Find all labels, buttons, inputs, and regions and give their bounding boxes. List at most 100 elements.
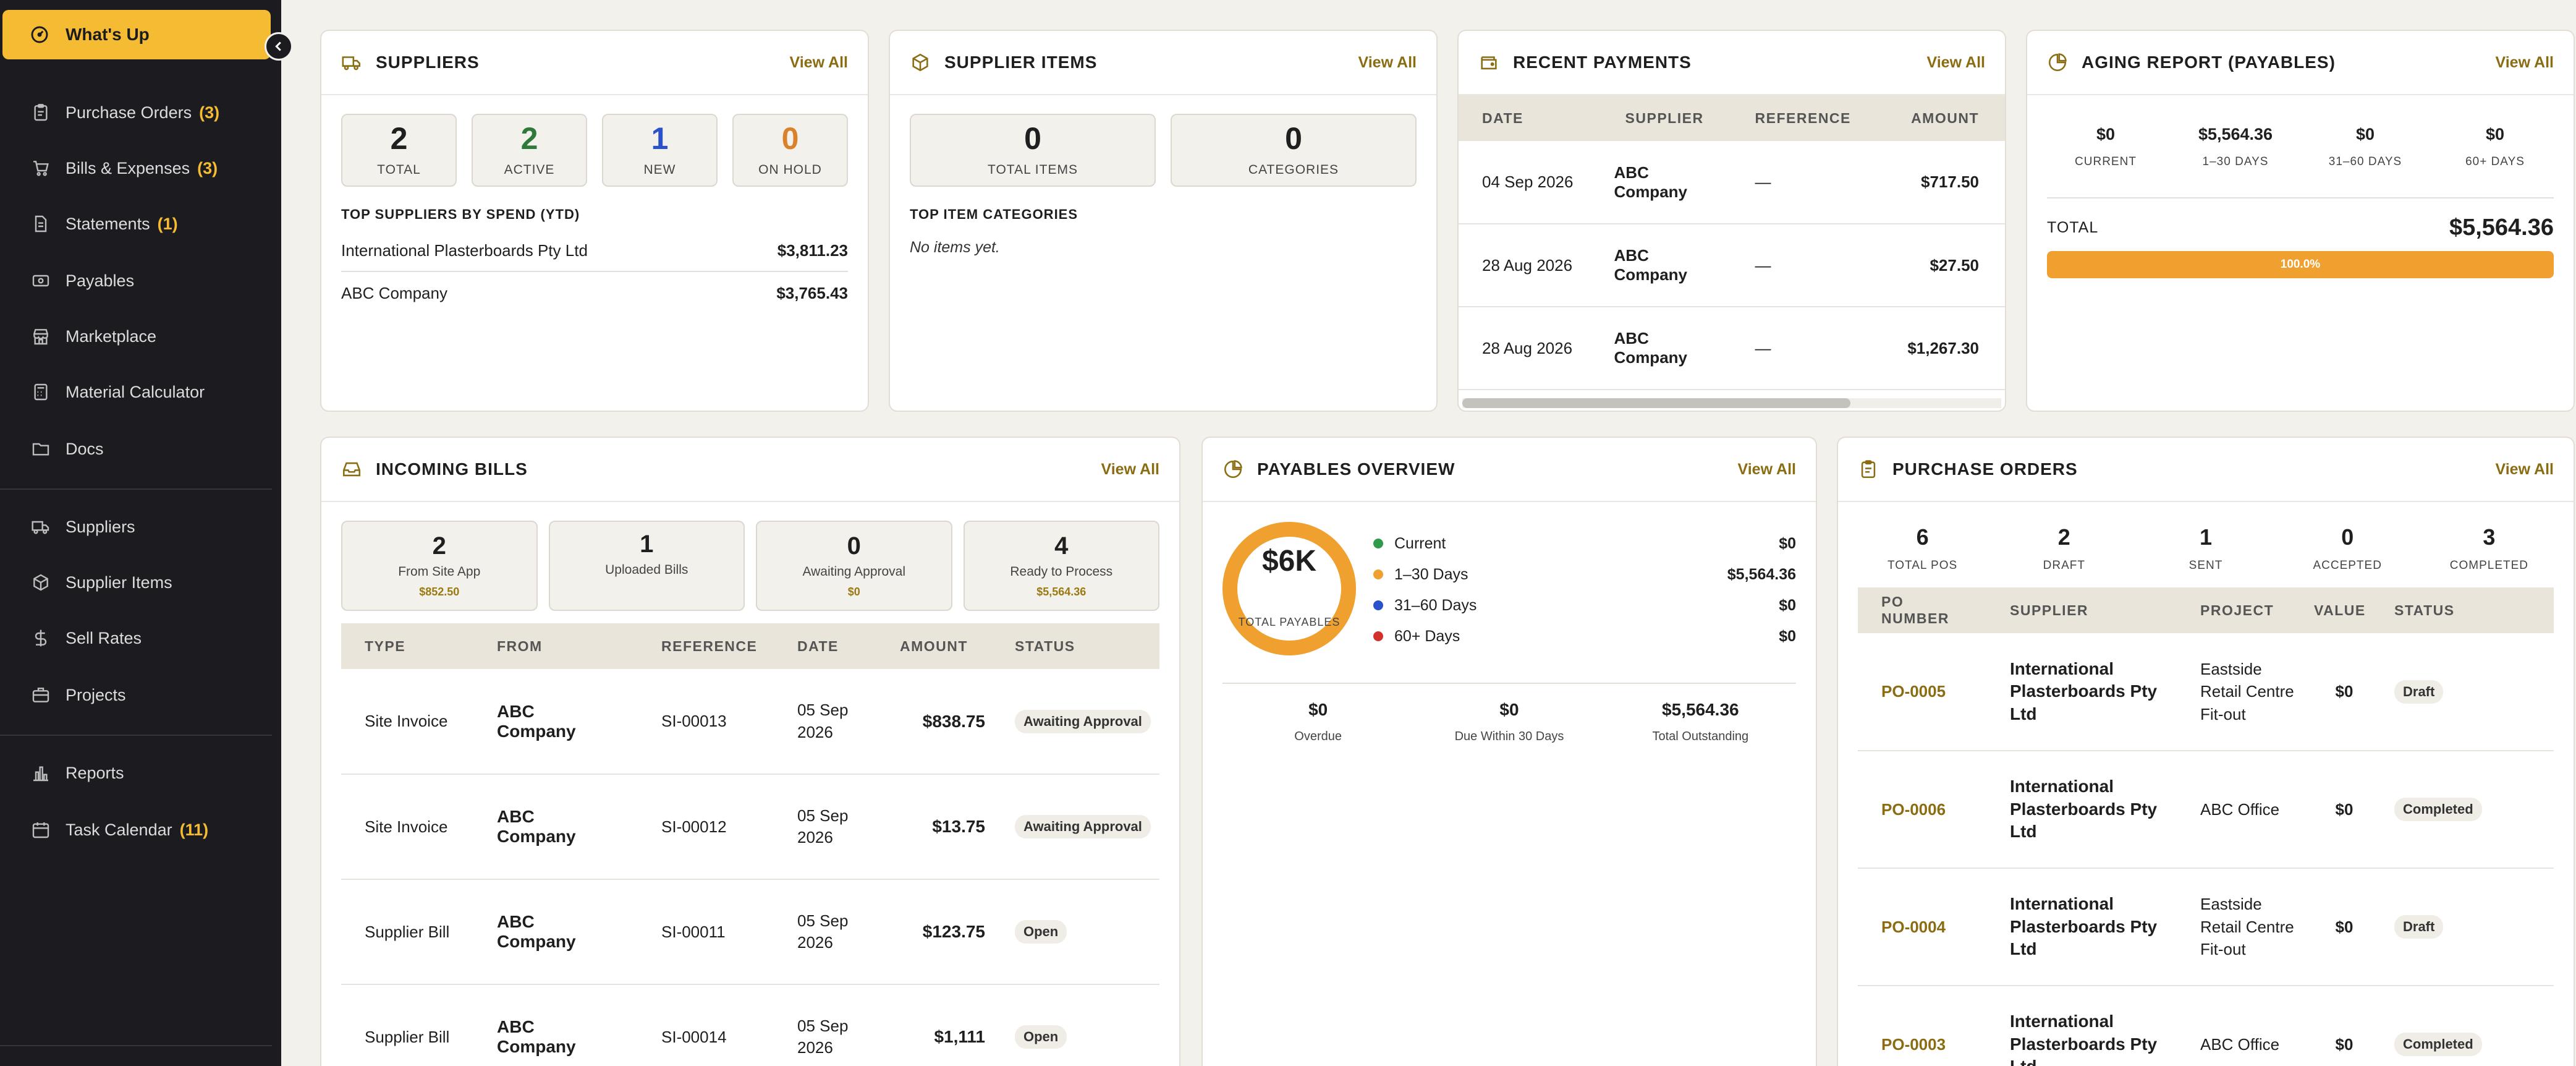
payment-date: 28 Aug 2026 xyxy=(1459,224,1602,307)
po-project: Eastside Retail Centre Fit-out xyxy=(2190,868,2304,986)
table-row[interactable]: PO-0003 International Plasterboards Pty … xyxy=(1858,986,2554,1066)
stat-value: 3 xyxy=(2483,524,2496,550)
column-header[interactable]: TYPE xyxy=(341,623,473,669)
table-row[interactable]: 28 Aug 2026 ABC Company — $1,267.30 xyxy=(1459,307,2005,390)
column-header[interactable]: STATUS xyxy=(2384,587,2554,633)
view-all-link[interactable]: View All xyxy=(2496,54,2554,72)
column-header[interactable]: FROM xyxy=(473,623,638,669)
view-all-link[interactable]: View All xyxy=(1101,461,1159,479)
column-header[interactable]: REFERENCE xyxy=(638,623,781,669)
sidebar-item-suppliers[interactable]: Suppliers xyxy=(0,508,272,545)
stat-ready-to-process[interactable]: 4 Ready to Process $5,564.36 xyxy=(963,521,1159,611)
stat-amount: $5,564.36 xyxy=(1036,585,1087,598)
column-header[interactable]: REFERENCE xyxy=(1731,95,1880,141)
payables-legend: Current $0 1–30 Days $5,564.36 31–60 Days $… xyxy=(1373,528,1796,652)
supplier-spend: $3,811.23 xyxy=(777,241,848,260)
po-number-link[interactable]: PO-0003 xyxy=(1858,986,2000,1066)
empty-state-text: No items yet. xyxy=(910,239,1000,256)
sidebar-item-marketplace[interactable]: Marketplace xyxy=(0,318,272,355)
po-number-link[interactable]: PO-0006 xyxy=(1858,751,2000,869)
view-all-link[interactable]: View All xyxy=(1927,54,1985,72)
column-header[interactable]: PO NUMBER xyxy=(1858,587,2000,633)
sidebar-item-purchase-orders[interactable]: Purchase Orders (3) xyxy=(0,94,272,131)
recent-payments-card: RECENT PAYMENTS View All DATE SUPPLIER R… xyxy=(1457,30,2006,412)
column-header[interactable]: PROJECT xyxy=(2190,587,2304,633)
table-row[interactable]: Supplier Bill ABC Company SI-00011 05 Se… xyxy=(341,879,1159,985)
po-stat: 2 DRAFT xyxy=(1993,524,2135,573)
table-row[interactable]: Site Invoice ABC Company SI-00013 05 Sep… xyxy=(341,669,1159,775)
sidebar-item-payables[interactable]: Payables xyxy=(0,262,272,299)
card-title: SUPPLIER ITEMS xyxy=(944,53,1098,72)
table-row[interactable]: PO-0005 International Plasterboards Pty … xyxy=(1858,633,2554,751)
table-row[interactable]: Site Invoice ABC Company SI-00012 05 Sep… xyxy=(341,774,1159,880)
purchase-orders-card: PURCHASE ORDERS View All 6 TOTAL POS 2 DRA… xyxy=(1837,437,2575,1066)
status-badge: Completed xyxy=(2394,798,2482,821)
stat-total-items: 0 TOTAL ITEMS xyxy=(910,114,1156,187)
column-header[interactable]: VALUE xyxy=(2304,587,2384,633)
collapse-sidebar-button[interactable] xyxy=(265,32,293,61)
bill-amount: $13.75 xyxy=(884,774,1001,880)
bill-amount: $1,111 xyxy=(884,984,1001,1066)
sidebar-item-material-calculator[interactable]: Material Calculator xyxy=(0,373,272,411)
table-row[interactable]: 28 Aug 2026 ABC Company — $27.50 xyxy=(1459,224,2005,307)
view-all-link[interactable]: View All xyxy=(1358,54,1417,72)
stat-awaiting-approval[interactable]: 0 Awaiting Approval $0 xyxy=(756,521,952,611)
list-item[interactable]: International Plasterboards Pty Ltd $3,81… xyxy=(341,230,848,272)
po-number-link[interactable]: PO-0005 xyxy=(1858,633,2000,751)
legend-item: 31–60 Days $0 xyxy=(1373,590,1796,621)
stat-uploaded[interactable]: 1 Uploaded Bills xyxy=(548,521,745,611)
list-item[interactable]: ABC Company $3,765.43 xyxy=(341,272,848,314)
view-all-link[interactable]: View All xyxy=(1738,461,1796,479)
legend-value: $0 xyxy=(1779,627,1796,645)
payment-reference: — xyxy=(1731,307,1880,390)
bill-from: ABC Company xyxy=(473,669,638,775)
bill-from: ABC Company xyxy=(473,774,638,880)
bucket-label: 60+ DAYS xyxy=(2465,155,2525,168)
sidebar-item-docs[interactable]: Docs xyxy=(0,430,272,467)
aging-report-card: AGING REPORT (PAYABLES) View All $0 CURRE… xyxy=(2026,30,2575,412)
aging-total: TOTAL $5,564.36 xyxy=(2047,197,2554,241)
column-header[interactable]: AMOUNT xyxy=(884,623,1001,669)
sidebar-item-bills-expenses[interactable]: Bills & Expenses (3) xyxy=(0,150,272,187)
table-row[interactable]: Supplier Bill ABC Company SI-00014 05 Se… xyxy=(341,984,1159,1066)
stat-site-app[interactable]: 2 From Site App $852.50 xyxy=(341,521,538,611)
po-project: ABC Office xyxy=(2190,751,2304,869)
table-row[interactable]: PO-0006 International Plasterboards Pty … xyxy=(1858,751,2554,869)
column-header[interactable]: SUPPLIER xyxy=(2000,587,2190,633)
bill-date: 05 Sep 2026 xyxy=(781,984,884,1066)
sidebar-item-whats-up[interactable]: What's Up xyxy=(2,10,271,59)
horizontal-scrollbar[interactable] xyxy=(1462,398,2001,408)
sidebar-item-projects[interactable]: Projects xyxy=(0,676,272,714)
sidebar-item-statements[interactable]: Statements (1) xyxy=(0,205,272,242)
sidebar-item-label: Supplier Items xyxy=(66,573,172,592)
sidebar-item-task-calendar[interactable]: Task Calendar (11) xyxy=(0,811,272,848)
sidebar-item-reports[interactable]: Reports xyxy=(0,754,272,791)
sidebar-divider xyxy=(0,1045,272,1046)
bill-reference: SI-00011 xyxy=(638,879,781,985)
stat-value: 2 xyxy=(520,121,538,156)
sidebar-item-supplier-items[interactable]: Supplier Items xyxy=(0,564,272,601)
view-all-link[interactable]: View All xyxy=(2496,461,2554,479)
po-stats: 6 TOTAL POS 2 DRAFT 1 SENT 0 ACCEPTED 3 COMPL… xyxy=(1838,524,2574,573)
stat-label: Uploaded Bills xyxy=(605,563,688,577)
po-supplier: International Plasterboards Pty Ltd xyxy=(2000,986,2190,1066)
po-supplier: International Plasterboards Pty Ltd xyxy=(2000,751,2190,869)
supplier-items-card: SUPPLIER ITEMS View All 0 TOTAL ITEMS 0 CA… xyxy=(889,30,1438,412)
status-badge: Completed xyxy=(2394,1033,2482,1056)
column-header[interactable]: DATE xyxy=(1459,95,1602,141)
card-header: PURCHASE ORDERS View All xyxy=(1838,438,2574,502)
table-row[interactable]: PO-0004 International Plasterboards Pty … xyxy=(1858,868,2554,986)
column-header[interactable]: AMOUNT xyxy=(1879,95,2005,141)
view-all-link[interactable]: View All xyxy=(790,54,848,72)
bills-table-wrap: TYPE FROM REFERENCE DATE AMOUNT STATUS S… xyxy=(341,623,1159,1066)
po-stat: 6 TOTAL POS xyxy=(1852,524,1993,573)
table-row[interactable]: 04 Sep 2026 ABC Company — $717.50 xyxy=(1459,141,2005,224)
supplier-name: ABC Company xyxy=(341,283,447,302)
column-header[interactable]: DATE xyxy=(781,623,884,669)
po-number-link[interactable]: PO-0004 xyxy=(1858,868,2000,986)
column-header[interactable]: STATUS xyxy=(1001,623,1159,669)
column-header[interactable]: SUPPLIER xyxy=(1601,95,1732,141)
scrollbar-thumb[interactable] xyxy=(1462,398,1850,408)
payment-amount: $27.50 xyxy=(1879,224,2005,307)
sidebar-item-sell-rates[interactable]: Sell Rates xyxy=(0,620,272,657)
